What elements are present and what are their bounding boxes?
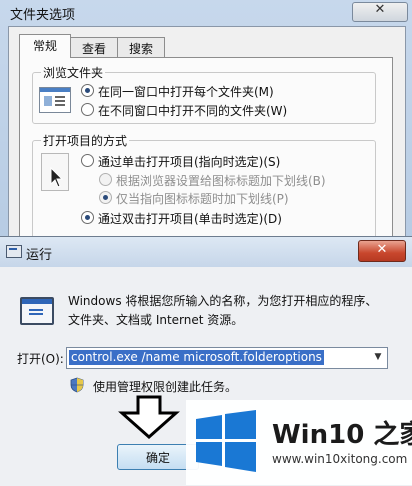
- tab-general[interactable]: 常规: [19, 34, 71, 58]
- radio-label: 在不同窗口中打开不同的文件夹(W): [98, 104, 288, 118]
- folder-options-body: 常规 查看 搜索 浏览文件夹 在同一窗口中打开每个文件夹(M) 在不同窗口中打开…: [8, 26, 406, 259]
- command-input-value[interactable]: control.exe /name microsoft.folderoption…: [69, 350, 324, 365]
- folder-options-titlebar: 文件夹选项 ✕: [0, 0, 412, 26]
- down-arrow-icon: [118, 395, 180, 439]
- close-icon: ✕: [374, 2, 386, 17]
- radio-button[interactable]: [81, 211, 94, 224]
- folder-options-title: 文件夹选项: [10, 8, 76, 23]
- radio-button[interactable]: [81, 84, 94, 97]
- dropdown-arrow-icon[interactable]: ▼: [371, 350, 385, 365]
- admin-note: 使用管理权限创建此任务。: [93, 380, 238, 394]
- group-label: 浏览文件夹: [41, 64, 106, 81]
- folder-options-window: 文件夹选项 ✕ 常规 查看 搜索 浏览文件夹 在同一窗口中打开每个文件夹(M) …: [0, 0, 412, 259]
- radio-label: 根据浏览器设置给图标标题加下划线(B): [116, 174, 326, 188]
- document-pointer-icon: [41, 153, 69, 191]
- tab-label: 查看: [81, 42, 106, 56]
- shield-icon: [70, 377, 84, 393]
- command-input[interactable]: control.exe /name microsoft.folderoption…: [66, 347, 388, 369]
- run-titlebar: 运行 ✕: [0, 237, 412, 267]
- run-program-icon: [20, 297, 54, 325]
- radio-label: 在同一窗口中打开每个文件夹(M): [98, 85, 274, 99]
- radio-button[interactable]: [81, 103, 94, 116]
- tab-label: 搜索: [128, 42, 153, 56]
- radio-label: 通过双击打开项目(单击时选定)(D): [98, 212, 282, 226]
- radio-label: 仅当指向图标标题时加下划线(P): [116, 192, 289, 206]
- open-label: 打开(O):: [17, 352, 64, 366]
- radio-label: 通过单击打开项目(指向时选定)(S): [98, 155, 281, 169]
- close-icon: ✕: [376, 242, 388, 257]
- run-description: Windows 将根据您所输入的名称，为您打开相应的程序、文件夹、文档或 Int…: [68, 294, 378, 327]
- windows-logo-icon: [196, 410, 256, 472]
- group-label: 打开项目的方式: [41, 132, 130, 149]
- run-app-icon: [6, 245, 22, 258]
- tab-view[interactable]: 查看: [70, 37, 118, 58]
- tab-label: 常规: [32, 39, 57, 53]
- radio-button[interactable]: [99, 191, 112, 204]
- browse-folders-group: 浏览文件夹 在同一窗口中打开每个文件夹(M) 在不同窗口中打开不同的文件夹(W): [32, 64, 376, 124]
- window-preview-icon: [39, 87, 71, 113]
- watermark-brand: Win10 之家: [272, 420, 412, 450]
- radio-button[interactable]: [99, 173, 112, 186]
- tab-search[interactable]: 搜索: [117, 37, 165, 58]
- watermark-url: www.win10xitong.com: [272, 452, 408, 466]
- run-title: 运行: [26, 248, 53, 263]
- general-tab-panel: 浏览文件夹 在同一窗口中打开每个文件夹(M) 在不同窗口中打开不同的文件夹(W): [19, 57, 393, 259]
- folder-options-close-button[interactable]: ✕: [352, 2, 408, 22]
- radio-button[interactable]: [81, 154, 94, 167]
- run-close-button[interactable]: ✕: [358, 240, 406, 262]
- watermark: Win10 之家 www.win10xitong.com: [186, 400, 412, 485]
